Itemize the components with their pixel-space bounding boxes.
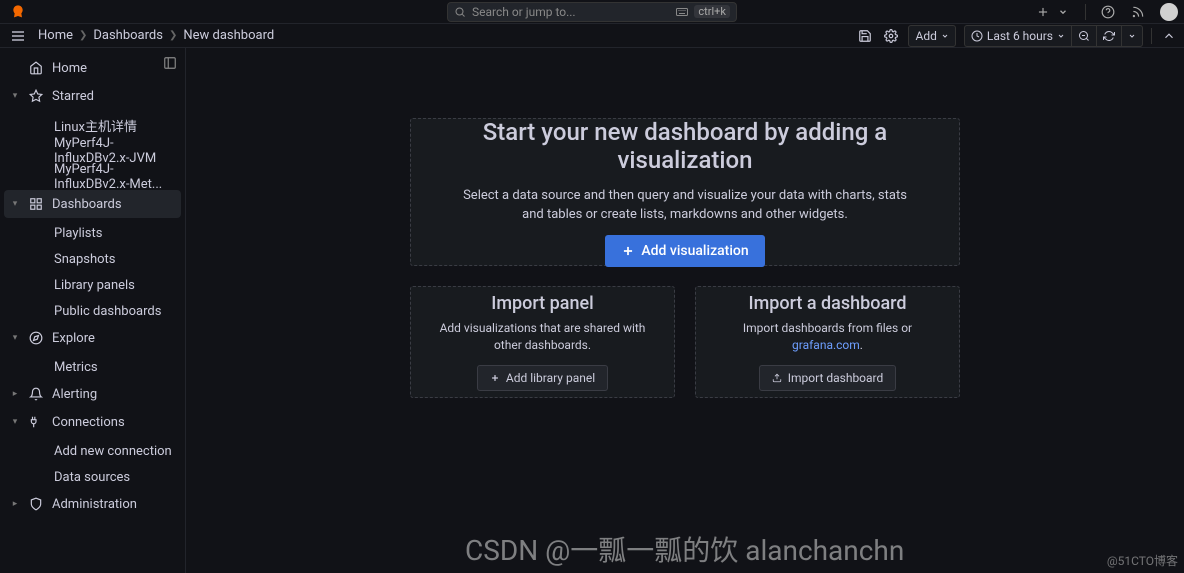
add-library-panel-button[interactable]: Add library panel — [477, 365, 608, 391]
sidebar-item-starred-0[interactable]: Linux主机详情 — [4, 112, 181, 138]
keyboard-icon — [676, 7, 688, 17]
breadcrumb-dashboards[interactable]: Dashboards — [93, 28, 163, 43]
topbar: Search or jump to... ctrl+k — [0, 0, 1184, 24]
sidebar-item-dashboards[interactable]: ▾ Dashboards — [4, 190, 181, 218]
chevron-down-icon[interactable] — [1055, 4, 1071, 20]
sidebar-item-conn-1[interactable]: Data sources — [4, 464, 181, 490]
global-search[interactable]: Search or jump to... ctrl+k — [447, 2, 737, 22]
collapse-icon[interactable] — [1160, 25, 1178, 47]
home-icon — [28, 61, 44, 75]
chevron-down-icon: ▾ — [10, 417, 20, 427]
breadcrumb-current: New dashboard — [183, 28, 274, 43]
search-icon — [454, 6, 466, 18]
bell-icon — [28, 387, 44, 401]
sidebar-item-explore[interactable]: ▾ Explore — [4, 324, 181, 352]
main: Start your new dashboard by adding a vis… — [186, 48, 1184, 573]
sidebar-item-connections[interactable]: ▾ Connections — [4, 408, 181, 436]
import-dashboard-button[interactable]: Import dashboard — [759, 365, 897, 391]
news-icon[interactable] — [1130, 4, 1146, 20]
watermark: CSDN @一瓢一瓢的饮 alanchanchn — [465, 529, 904, 569]
help-icon[interactable] — [1100, 4, 1116, 20]
plus-icon — [490, 373, 500, 383]
sidebar-item-dash-1[interactable]: Snapshots — [4, 246, 181, 272]
plus-icon — [621, 244, 635, 258]
time-picker-button[interactable]: Last 6 hours — [964, 25, 1071, 47]
sidebar-item-starred[interactable]: ▾ Starred — [4, 82, 181, 110]
sidebar-item-administration[interactable]: ▸ Administration — [4, 490, 181, 518]
compass-icon — [28, 331, 44, 345]
header: Home ❯ Dashboards ❯ New dashboard Add La… — [0, 24, 1184, 48]
star-icon — [28, 89, 44, 103]
watermark: @51CTO博客 — [1107, 552, 1178, 569]
sidebar-item-dash-0[interactable]: Playlists — [4, 220, 181, 246]
topbar-right — [1035, 3, 1178, 21]
sidebar: ▸ Home ▾ Starred Linux主机详情 MyPerf4J-Infl… — [0, 48, 186, 573]
dock-menu-icon[interactable] — [163, 56, 177, 70]
shield-icon — [28, 497, 44, 511]
card-desc: Add visualizations that are shared with … — [431, 320, 654, 354]
save-icon[interactable] — [856, 25, 874, 47]
breadcrumb-home[interactable]: Home — [38, 28, 73, 43]
upload-icon — [772, 373, 782, 383]
avatar[interactable] — [1160, 3, 1178, 21]
dashboards-icon — [28, 197, 44, 211]
chevron-down-icon: ▾ — [10, 333, 20, 343]
chevron-right-icon: ❯ — [79, 30, 87, 41]
sidebar-item-explore-0[interactable]: Metrics — [4, 354, 181, 380]
import-panel-card: Import panel Add visualizations that are… — [410, 286, 675, 398]
refresh-button[interactable] — [1096, 25, 1121, 47]
card-desc: Import dashboards from files or grafana.… — [716, 320, 939, 354]
chevron-right-icon: ▸ — [10, 389, 20, 399]
plus-icon[interactable] — [1035, 4, 1051, 20]
divider — [1151, 28, 1152, 44]
chevron-right-icon: ❯ — [169, 30, 177, 41]
sidebar-item-dash-2[interactable]: Library panels — [4, 272, 181, 298]
sidebar-item-home[interactable]: ▸ Home — [4, 54, 181, 82]
grafana-logo[interactable] — [6, 0, 30, 24]
chevron-right-icon: ▸ — [10, 499, 20, 509]
breadcrumb: Home ❯ Dashboards ❯ New dashboard — [38, 28, 274, 43]
chevron-down-icon: ▾ — [10, 91, 20, 101]
grafana-link[interactable]: grafana.com — [792, 338, 860, 352]
time-picker-group: Last 6 hours — [964, 25, 1143, 47]
search-placeholder: Search or jump to... — [472, 5, 670, 19]
divider — [1085, 4, 1086, 20]
add-visualization-card: Start your new dashboard by adding a vis… — [410, 118, 960, 266]
chevron-down-icon: ▾ — [10, 199, 20, 209]
sidebar-item-alerting[interactable]: ▸ Alerting — [4, 380, 181, 408]
card-title: Import a dashboard — [748, 293, 906, 314]
add-visualization-button[interactable]: Add visualization — [605, 235, 764, 267]
settings-icon[interactable] — [882, 25, 900, 47]
sidebar-item-dash-3[interactable]: Public dashboards — [4, 298, 181, 324]
card-desc: Select a data source and then query and … — [451, 186, 919, 225]
sidebar-item-starred-1[interactable]: MyPerf4J-InfluxDBv2.x-JVM — [4, 138, 181, 164]
card-title: Start your new dashboard by adding a vis… — [451, 118, 919, 174]
search-shortcut: ctrl+k — [694, 5, 730, 18]
sidebar-item-starred-2[interactable]: MyPerf4J-InfluxDBv2.x-Met... — [4, 164, 181, 190]
refresh-interval-button[interactable] — [1121, 25, 1143, 47]
zoom-out-button[interactable] — [1071, 25, 1096, 47]
header-actions: Add Last 6 hours — [856, 25, 1178, 47]
import-dashboard-card: Import a dashboard Import dashboards fro… — [695, 286, 960, 398]
sidebar-item-conn-0[interactable]: Add new connection — [4, 438, 181, 464]
add-button[interactable]: Add — [908, 25, 955, 47]
plug-icon — [28, 415, 44, 429]
card-title: Import panel — [491, 293, 593, 314]
menu-toggle-button[interactable] — [6, 28, 30, 44]
